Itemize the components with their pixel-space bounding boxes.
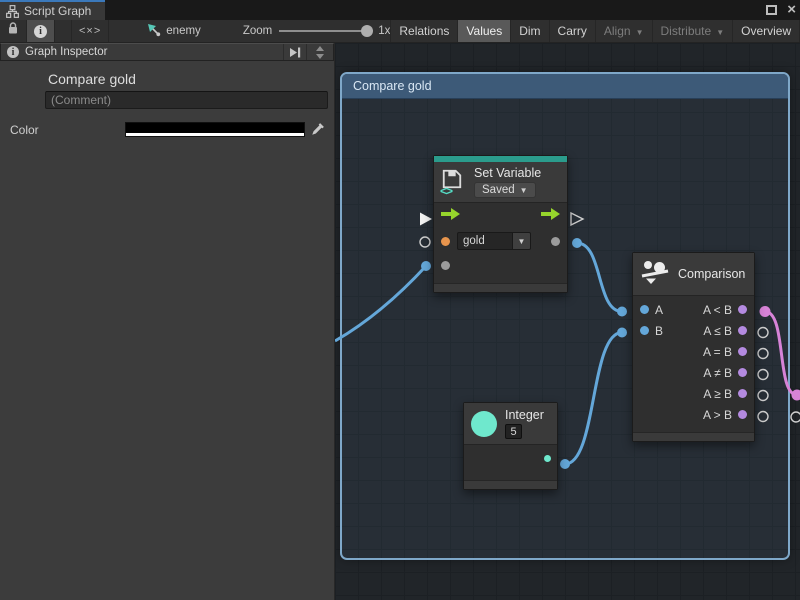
variable-kind-dropdown[interactable]: Saved ▼ bbox=[474, 182, 536, 198]
graph-asset-name: enemy bbox=[166, 25, 201, 37]
group-header[interactable]: Compare gold bbox=[342, 74, 788, 99]
chevron-down-icon: ▼ bbox=[512, 233, 530, 249]
input-a-label: A bbox=[655, 303, 663, 317]
value-output-port[interactable] bbox=[551, 237, 560, 246]
variable-name-dropdown[interactable]: gold ▼ bbox=[457, 232, 531, 250]
integer-output-port[interactable] bbox=[544, 455, 551, 462]
a-gte-b-port[interactable] bbox=[738, 389, 747, 398]
node-title: Comparison bbox=[678, 267, 745, 281]
node-title: Set Variable bbox=[474, 166, 541, 180]
scroll-up-icon[interactable] bbox=[316, 46, 324, 51]
a-neq-b-port[interactable] bbox=[738, 368, 747, 377]
output-label: A ≤ B bbox=[703, 324, 732, 338]
inspector-toggle-button[interactable]: i bbox=[27, 20, 55, 42]
graph-canvas[interactable]: Compare gold bbox=[335, 43, 800, 600]
values-button[interactable]: Values bbox=[457, 20, 510, 42]
code-icon: <×> bbox=[79, 25, 101, 37]
edit-graph-button[interactable]: <×> bbox=[71, 20, 109, 42]
output-label: A ≥ B bbox=[703, 387, 732, 401]
node-title: Integer bbox=[505, 408, 544, 422]
zoom-value: 1x bbox=[378, 25, 390, 37]
lock-button[interactable] bbox=[0, 20, 27, 42]
info-icon: i bbox=[7, 46, 19, 58]
a-eq-b-port[interactable] bbox=[738, 347, 747, 356]
window-menu-icon[interactable] bbox=[750, 1, 756, 19]
variable-name-port[interactable] bbox=[441, 237, 450, 246]
overview-button[interactable]: Overview bbox=[732, 20, 799, 42]
a-less-b-port[interactable] bbox=[738, 305, 747, 314]
graph-asset-icon bbox=[147, 23, 161, 40]
comment-input[interactable] bbox=[45, 91, 328, 109]
view-buttons: Relations Values Dim Carry Align▼ Distri… bbox=[390, 20, 800, 42]
color-swatch-rgb bbox=[126, 123, 304, 133]
eyedropper-icon[interactable] bbox=[310, 122, 325, 137]
node-footer bbox=[633, 432, 754, 441]
flow-input-port[interactable] bbox=[441, 207, 460, 225]
input-a-port[interactable] bbox=[640, 305, 649, 314]
output-label: A = B bbox=[703, 345, 732, 359]
input-b-label: B bbox=[655, 324, 663, 338]
zoom-slider-handle[interactable] bbox=[361, 25, 373, 37]
a-gt-b-port[interactable] bbox=[738, 410, 747, 419]
output-label: A < B bbox=[703, 303, 732, 317]
graph-inspector-title: Graph Inspector bbox=[25, 46, 107, 58]
distribute-dropdown[interactable]: Distribute▼ bbox=[652, 20, 733, 42]
output-label: A ≠ B bbox=[703, 366, 732, 380]
graph-breadcrumb[interactable]: enemy bbox=[147, 20, 201, 42]
close-icon[interactable]: × bbox=[787, 5, 796, 15]
value-input-port[interactable] bbox=[441, 261, 450, 270]
window-titlebar: Script Graph × bbox=[0, 0, 800, 20]
zoom-label: Zoom bbox=[243, 25, 272, 37]
graph-inspector-header: i Graph Inspector bbox=[0, 43, 334, 61]
tab-script-graph[interactable]: Script Graph bbox=[0, 0, 105, 20]
scroll-down-icon[interactable] bbox=[316, 54, 324, 59]
node-comparison[interactable]: Comparison A A < B B A ≤ B A = B A ≠ B A… bbox=[632, 252, 755, 442]
node-integer[interactable]: Integer 5 bbox=[463, 402, 558, 490]
align-dropdown[interactable]: Align▼ bbox=[595, 20, 652, 42]
color-swatch[interactable] bbox=[125, 122, 305, 137]
graph-toolbar: i <×> enemy Zoom 1x Relations Values Dim… bbox=[0, 20, 800, 43]
color-swatch-alpha bbox=[126, 133, 304, 136]
comparison-icon bbox=[640, 259, 670, 289]
integer-value-field[interactable]: 5 bbox=[505, 424, 522, 439]
chevron-down-icon: ▼ bbox=[636, 28, 644, 37]
info-icon: i bbox=[34, 25, 47, 38]
a-lte-b-port[interactable] bbox=[738, 326, 747, 335]
group-title: Compare gold bbox=[353, 79, 432, 93]
flow-output-port[interactable] bbox=[541, 207, 560, 225]
script-graph-icon bbox=[6, 5, 19, 18]
input-b-port[interactable] bbox=[640, 326, 649, 335]
node-footer bbox=[464, 480, 557, 489]
relations-button[interactable]: Relations bbox=[390, 20, 457, 42]
dock-panel-icon[interactable] bbox=[283, 44, 307, 60]
graph-title: Compare gold bbox=[48, 71, 334, 87]
lock-icon bbox=[7, 22, 19, 40]
node-set-variable[interactable]: <> Set Variable Saved ▼ bbox=[433, 155, 568, 293]
dim-button[interactable]: Dim bbox=[510, 20, 548, 42]
integer-icon bbox=[471, 411, 497, 437]
chevron-down-icon: ▼ bbox=[716, 28, 724, 37]
color-label: Color bbox=[10, 123, 125, 137]
node-footer bbox=[434, 283, 567, 292]
panel-scroll-spinner[interactable] bbox=[313, 46, 327, 59]
set-variable-icon: <> bbox=[441, 168, 467, 196]
output-label: A > B bbox=[703, 408, 732, 422]
tab-label: Script Graph bbox=[24, 4, 91, 18]
chevron-down-icon: ▼ bbox=[520, 186, 528, 195]
zoom-slider[interactable] bbox=[279, 30, 371, 32]
maximize-icon[interactable] bbox=[766, 5, 777, 15]
carry-button[interactable]: Carry bbox=[549, 20, 595, 42]
graph-inspector-panel: i Graph Inspector Compare gold Color bbox=[0, 43, 335, 600]
